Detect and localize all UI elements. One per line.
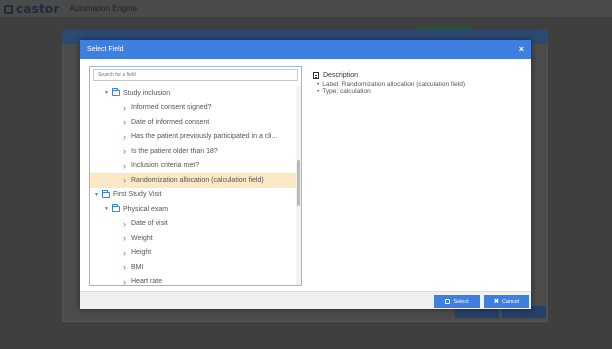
select-field-dialog: Select Field × ▼ Study inclusion › Informed… — [80, 40, 531, 309]
dialog-title: Select Field — [87, 46, 124, 53]
tree-field-item[interactable]: › Date of visit — [90, 217, 296, 232]
tree-item-label: Date of visit — [131, 220, 168, 228]
description-panel: Description Label: Randomization allocat… — [313, 72, 523, 95]
chevron-right-icon: › — [123, 276, 126, 286]
tree-item-label: BMI — [131, 263, 144, 271]
tree-folder[interactable]: ▼ First Study Visit — [90, 188, 296, 203]
tree-item-label: Study inclusion — [123, 89, 171, 97]
tree-field-item[interactable]: › Is the patient older than 18? — [90, 144, 296, 159]
brand: castor Automation Engine — [4, 0, 137, 17]
description-heading: Description — [313, 72, 523, 79]
tree-item-label: Heart rate — [131, 278, 163, 286]
logo-mark-icon — [4, 4, 13, 14]
tree-field-item[interactable]: › Randomization allocation (calculation f… — [90, 173, 296, 188]
select-button[interactable]: Select — [434, 295, 480, 308]
search-input[interactable] — [93, 69, 298, 81]
dialog-header: Select Field × — [80, 40, 531, 59]
close-icon: ✖ — [493, 299, 499, 305]
tree-field-item[interactable]: › Informed consent signed? — [90, 101, 296, 116]
tree-folder[interactable]: ▼ Physical exam — [90, 202, 296, 217]
tree-item-label: Date of informed consent — [131, 118, 210, 126]
castor-logo: castor — [4, 2, 59, 16]
tree-item-label: Inclusion criteria met? — [131, 162, 200, 170]
tree-item-label: Randomization allocation (calculation fi… — [131, 176, 264, 184]
chevron-right-icon: › — [123, 247, 126, 258]
tree-field-item[interactable]: › Weight — [90, 231, 296, 246]
cancel-button-label: Cancel — [501, 298, 520, 305]
app-header: castor Automation Engine — [0, 0, 612, 17]
tree-item-label: Height — [131, 249, 152, 257]
chevron-right-icon: › — [123, 262, 126, 273]
caret-down-icon[interactable]: ▼ — [104, 90, 112, 96]
caret-down-icon[interactable]: ▼ — [94, 192, 102, 198]
dialog-footer: Select ✖ Cancel — [80, 291, 531, 309]
brand-name: castor — [16, 1, 60, 16]
folder-open-icon — [112, 204, 120, 213]
tree-item-label: Informed consent signed? — [131, 104, 212, 112]
tree-item-label: Physical exam — [123, 205, 169, 213]
scrollbar-thumb[interactable] — [297, 160, 300, 206]
chevron-right-icon: › — [123, 146, 126, 157]
description-list: Label: Randomization allocation (calcula… — [313, 81, 523, 95]
tree-field-item[interactable]: › Date of informed consent — [90, 115, 296, 130]
chevron-right-icon: › — [123, 131, 126, 142]
chevron-right-icon: › — [123, 233, 126, 244]
select-button-label: Select — [453, 298, 469, 305]
document-icon — [313, 72, 319, 79]
chevron-right-icon: › — [123, 102, 126, 113]
tree-field-item[interactable]: › Has the patient previously participated… — [90, 130, 296, 145]
field-tree: ▼ Study inclusion › Informed consent signed… — [90, 86, 296, 286]
tree-folder[interactable]: ▼ Study inclusion — [90, 86, 296, 101]
description-heading-label: Description — [323, 72, 359, 79]
chevron-right-icon: › — [123, 175, 126, 186]
folder-open-icon — [112, 88, 120, 97]
tree-item-label: Is the patient older than 18? — [131, 147, 218, 155]
tree-scrollbar[interactable] — [296, 86, 301, 285]
save-icon — [445, 299, 451, 304]
description-item: Label: Randomization allocation (calcula… — [317, 81, 523, 88]
tree-field-item[interactable]: › Inclusion criteria met? — [90, 159, 296, 174]
folder-open-icon — [102, 189, 110, 198]
tree-field-item[interactable]: › Height — [90, 246, 296, 261]
brand-subtitle: Automation Engine — [69, 4, 138, 13]
close-icon[interactable]: × — [519, 45, 524, 54]
caret-down-icon[interactable]: ▼ — [104, 206, 112, 212]
chevron-right-icon: › — [123, 160, 126, 171]
tree-item-label: Weight — [131, 234, 153, 242]
tree-item-label: Has the patient previously participated … — [131, 133, 278, 141]
tree-field-item[interactable]: › BMI — [90, 260, 296, 275]
field-tree-panel: ▼ Study inclusion › Informed consent signed… — [89, 66, 302, 286]
cancel-button[interactable]: ✖ Cancel — [484, 295, 529, 308]
chevron-right-icon: › — [123, 117, 126, 128]
tree-item-label: First Study Visit — [113, 191, 162, 199]
description-item: Type: calculation — [317, 88, 523, 95]
tree-field-item[interactable]: › Heart rate — [90, 275, 296, 286]
chevron-right-icon: › — [123, 218, 126, 229]
